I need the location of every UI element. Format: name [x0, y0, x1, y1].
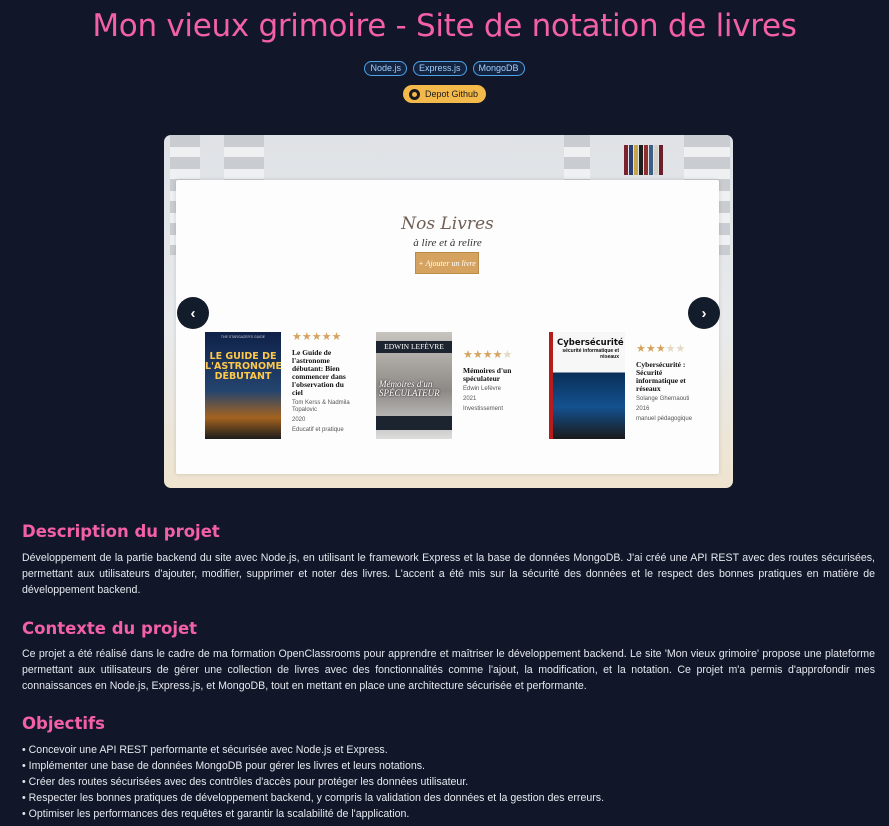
- book-cover: THE STARGAZER'S GUIDE LE GUIDE DE L'ASTR…: [205, 332, 281, 439]
- description-heading: Description du projet: [22, 522, 220, 541]
- book-cover: Cybersécurité sécurité informatique et r…: [549, 332, 625, 439]
- carousel-prev-button[interactable]: ‹: [177, 297, 209, 329]
- list-item: Implémenter une base de données MongoDB …: [22, 758, 875, 774]
- book-genre: manuel pédagogique: [636, 416, 693, 422]
- github-icon: [408, 88, 420, 100]
- slide-subheading: à lire et à relire: [413, 237, 482, 249]
- context-text: Ce projet a été réalisé dans le cadre de…: [22, 648, 875, 692]
- list-item: Optimiser les performances des requêtes …: [22, 806, 875, 822]
- book-card: Cybersécurité sécurité informatique et r…: [549, 332, 698, 439]
- tag-nodejs: Node.js: [364, 61, 407, 76]
- book-author: Tom Kerss & Nadmila Topalovic: [292, 400, 350, 413]
- tag-mongodb: MongoDB: [472, 61, 525, 76]
- github-button-label: Depot Github: [424, 89, 479, 99]
- book-card: THE STARGAZER'S GUIDE LE GUIDE DE L'ASTR…: [205, 332, 354, 439]
- list-item: Créer des routes sécurisées avec des con…: [22, 774, 875, 790]
- tag-expressjs: Express.js: [412, 61, 467, 76]
- list-item: Concevoir une API REST performante et sé…: [22, 742, 875, 758]
- book-title: Cybersécurité : Sécurité informatique et…: [636, 360, 686, 393]
- slide-heading: Nos Livres: [401, 214, 494, 234]
- objectives-list: Concevoir une API REST performante et sé…: [22, 742, 875, 822]
- tech-tags: Node.js Express.js MongoDB: [0, 61, 889, 76]
- description-text: Développement de la partie backend du si…: [22, 552, 875, 596]
- book-cover-title: Cybersécurité: [557, 338, 624, 348]
- book-cover-author: EDWIN LEFÈVRE: [376, 341, 452, 353]
- book-genre: Educatif et pratique: [292, 427, 344, 433]
- background-books: [624, 145, 663, 175]
- book-card: EDWIN LEFÈVRE Mémoires d'un SPÉCULATEUR …: [376, 332, 525, 439]
- list-item: Respecter les bonnes pratiques de dévelo…: [22, 790, 875, 806]
- book-author: Edwin Lefèvre: [463, 386, 502, 392]
- project-screenshot-carousel: Nos Livres à lire et à relire + Ajouter …: [164, 135, 733, 488]
- slide-card: Nos Livres à lire et à relire + Ajouter …: [176, 180, 719, 474]
- book-cover: EDWIN LEFÈVRE Mémoires d'un SPÉCULATEUR: [376, 332, 452, 439]
- book-year: 2021: [463, 396, 477, 402]
- book-year: 2016: [636, 406, 650, 412]
- add-book-button: + Ajouter un livre: [415, 252, 479, 274]
- rating-stars: ★★★★★: [636, 343, 686, 355]
- context-heading: Contexte du projet: [22, 619, 198, 638]
- rating-stars: ★★★★★: [292, 331, 342, 343]
- book-cover-subtitle: sécurité informatique et réseaux: [562, 348, 619, 360]
- book-title: Mémoires d'un spéculateur: [463, 366, 512, 383]
- rating-stars: ★★★★★: [463, 349, 513, 361]
- book-genre: Investissement: [463, 406, 504, 412]
- objectives-heading: Objectifs: [22, 714, 106, 733]
- book-author: Solange Ghernaouti: [636, 396, 690, 402]
- book-cover-title: LE GUIDE DE L'ASTRONOME DÉBUTANT: [205, 351, 281, 382]
- book-cover-title: Mémoires d'un SPÉCULATEUR: [379, 379, 440, 398]
- book-year: 2020: [292, 417, 306, 423]
- book-title: Le Guide de l'astronome débutant: Bien c…: [292, 348, 346, 397]
- github-button[interactable]: Depot Github: [402, 85, 487, 103]
- carousel-next-button[interactable]: ›: [688, 297, 720, 329]
- page-title: Mon vieux grimoire - Site de notation de…: [92, 8, 797, 44]
